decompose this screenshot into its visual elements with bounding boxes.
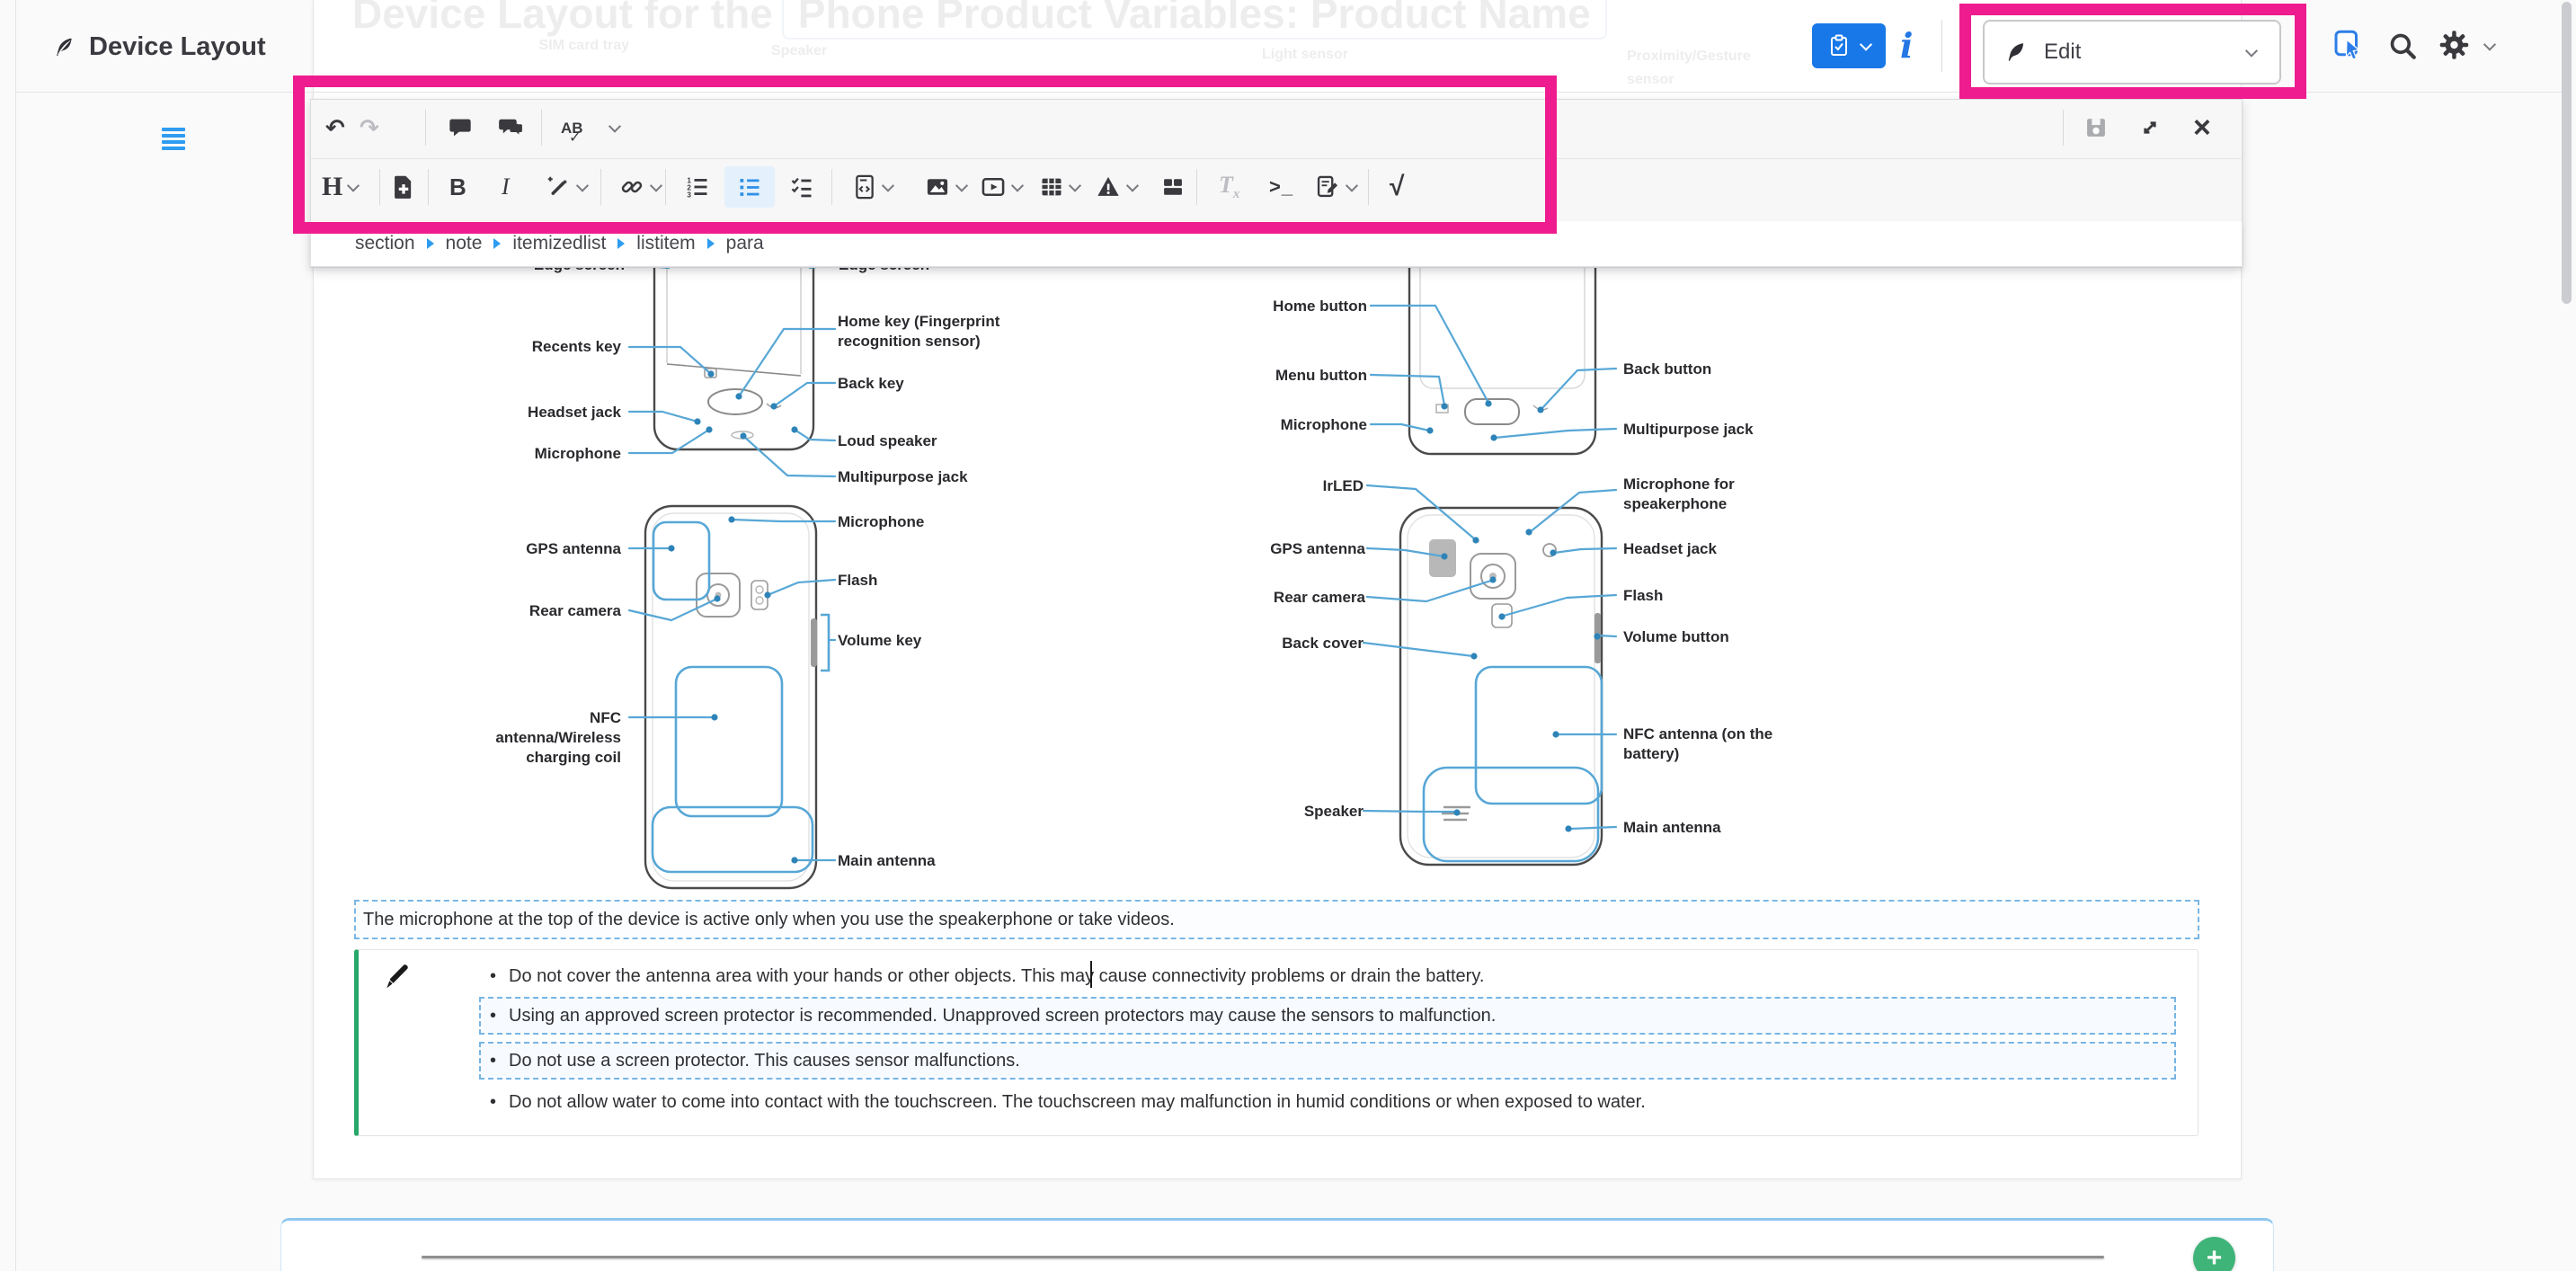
clipboard-check-icon — [1828, 33, 1850, 58]
diagram-label: Flash — [838, 571, 877, 591]
diagram-label: Multipurpose jack — [838, 467, 968, 487]
diagram-label: SIM card tray — [539, 38, 629, 54]
diagram-label: Menu button — [1275, 366, 1367, 386]
faded-topic-heading: Device Layout for thePhone Product Varia… — [352, 0, 1607, 40]
breadcrumb-separator — [617, 238, 625, 249]
note-admonition: •Do not cover the antenna area with your… — [354, 949, 2198, 1136]
breadcrumb-item-listitem[interactable]: listitem — [636, 233, 695, 254]
diagram-label: Headset jack — [528, 403, 621, 422]
diagram-label: Headset jack — [1623, 539, 1717, 559]
review-tasks-button[interactable] — [1812, 23, 1886, 68]
diagram-label: NFC antenna/Wireless charging coil — [461, 708, 621, 768]
page-title: Device Layout — [89, 32, 266, 62]
diagram-label: Proximity/Gesture — [1627, 49, 1751, 65]
diagram-label: sensor — [1627, 72, 1674, 88]
selected-paragraph[interactable]: The microphone at the top of the device … — [354, 900, 2199, 939]
next-section-panel[interactable] — [280, 1218, 2274, 1271]
annotation-box-toolbar — [293, 76, 1557, 234]
diagram-label: Loud speaker — [838, 431, 937, 451]
note-bullet-list: •Do not cover the antenna area with your… — [490, 964, 2176, 1114]
info-icon[interactable]: i — [1900, 25, 1913, 66]
faded-heading-prefix: Device Layout for the — [352, 0, 773, 37]
bullet-text: Do not allow water to come into contact … — [509, 1090, 1646, 1114]
diagram-label: Volume key — [838, 631, 921, 651]
bottom-panel-divider — [422, 1256, 2104, 1258]
bullet-text: Do not use a screen protector. This caus… — [509, 1049, 1020, 1072]
diagram-label: Back cover — [1282, 634, 1364, 653]
list-item-filtered[interactable]: •Using an approved screen protector is r… — [479, 997, 2176, 1035]
list-item[interactable]: •Do not cover the antenna area with your… — [490, 964, 2176, 988]
page-title-wrap: Device Layout — [52, 32, 266, 62]
diagram-label: IrLED — [1323, 476, 1364, 496]
diagram-label: Speaker — [771, 43, 827, 59]
diagram-label: Main antenna — [1623, 818, 1721, 838]
breadcrumb-separator — [493, 238, 501, 249]
diagram-label: GPS antenna — [1270, 539, 1365, 559]
search-icon[interactable] — [2387, 31, 2418, 61]
pencil-note-icon — [382, 963, 413, 993]
diagram-label: Microphone — [535, 444, 621, 464]
faded-variable-chip: Phone Product Variables: Product Name — [782, 0, 1607, 40]
breadcrumb-separator — [707, 238, 715, 249]
diagram-label: Speaker — [1304, 802, 1364, 822]
diagram-label: Back key — [838, 374, 904, 394]
diagram-label: Multipurpose jack — [1623, 420, 1754, 440]
diagram-label: Home key (Fingerprint recognition sensor… — [838, 312, 1022, 351]
bullet-text: Do not cover the antenna area with your … — [509, 964, 1484, 988]
diagram-label: Microphone for speakerphone — [1623, 475, 1763, 514]
gear-icon[interactable] — [2438, 29, 2470, 61]
diagram-label: Rear camera — [1274, 588, 1365, 608]
breadcrumb-separator — [427, 238, 434, 249]
diagram-label: Microphone — [1281, 415, 1367, 435]
diagram-label: GPS antenna — [526, 539, 621, 559]
diagram-label: Home button — [1273, 297, 1367, 316]
diagram-label: Recents key — [532, 337, 621, 357]
list-item[interactable]: •Do not allow water to come into contact… — [490, 1090, 2176, 1114]
diagram-label: Main antenna — [838, 851, 936, 871]
element-select-icon[interactable] — [2333, 29, 2366, 63]
diagram-label: NFC antenna (on the battery) — [1623, 724, 1790, 764]
breadcrumb-item-note[interactable]: note — [446, 233, 483, 254]
fullscreen-icon[interactable] — [2137, 102, 2163, 153]
save-button[interactable] — [2083, 102, 2109, 153]
diagram-label: Volume button — [1623, 627, 1729, 647]
feather-topic-icon — [52, 35, 76, 59]
breadcrumb-item-section[interactable]: section — [355, 233, 415, 254]
list-item-filtered[interactable]: •Do not use a screen protector. This cau… — [479, 1042, 2176, 1080]
menu-toggle-icon[interactable] — [162, 128, 185, 153]
annotation-box-edit-dropdown — [1959, 4, 2306, 99]
left-rail-border — [15, 0, 16, 1271]
bullet-text: Using an approved screen protector is re… — [509, 1004, 1496, 1027]
diagram-label: Rear camera — [529, 601, 621, 621]
close-icon[interactable]: × — [2193, 102, 2211, 153]
diagram-label: Flash — [1623, 586, 1663, 606]
text-cursor-caret — [1090, 961, 1092, 988]
scrollbar-thumb[interactable] — [2562, 2, 2572, 304]
breadcrumb-item-itemizedlist[interactable]: itemizedlist — [512, 233, 606, 254]
breadcrumb-item-para[interactable]: para — [726, 233, 764, 254]
diagram-label: Light sensor — [1262, 47, 1348, 63]
diagram-label: Back button — [1623, 360, 1711, 379]
app-root: Device Layout for thePhone Product Varia… — [0, 0, 2576, 1271]
diagram-label: Microphone — [838, 512, 924, 532]
